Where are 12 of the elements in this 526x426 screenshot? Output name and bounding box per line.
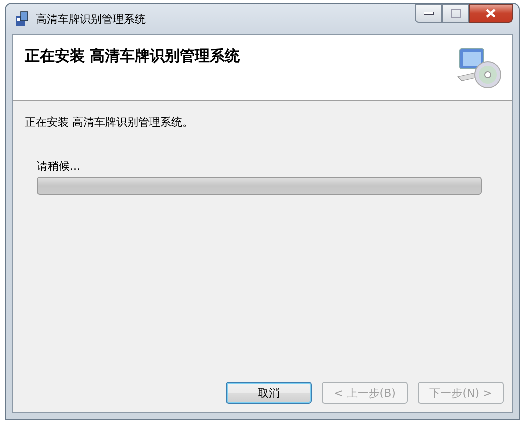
dialog-button[interactable]: 取消 <box>226 382 312 404</box>
progress-label: 请稍候... <box>37 159 82 174</box>
minimize-icon <box>424 12 434 16</box>
minimize-button[interactable] <box>415 4 442 23</box>
installer-icon <box>14 11 30 27</box>
maximize-icon <box>450 9 460 18</box>
computer-disc-icon <box>456 47 502 91</box>
window-title: 高清车牌识别管理系统 <box>36 12 146 26</box>
header-title: 正在安装 高清车牌识别管理系统 <box>25 47 240 67</box>
status-message: 正在安装 高清车牌识别管理系统。 <box>25 115 194 130</box>
close-button[interactable] <box>469 4 513 23</box>
close-icon <box>486 9 496 18</box>
